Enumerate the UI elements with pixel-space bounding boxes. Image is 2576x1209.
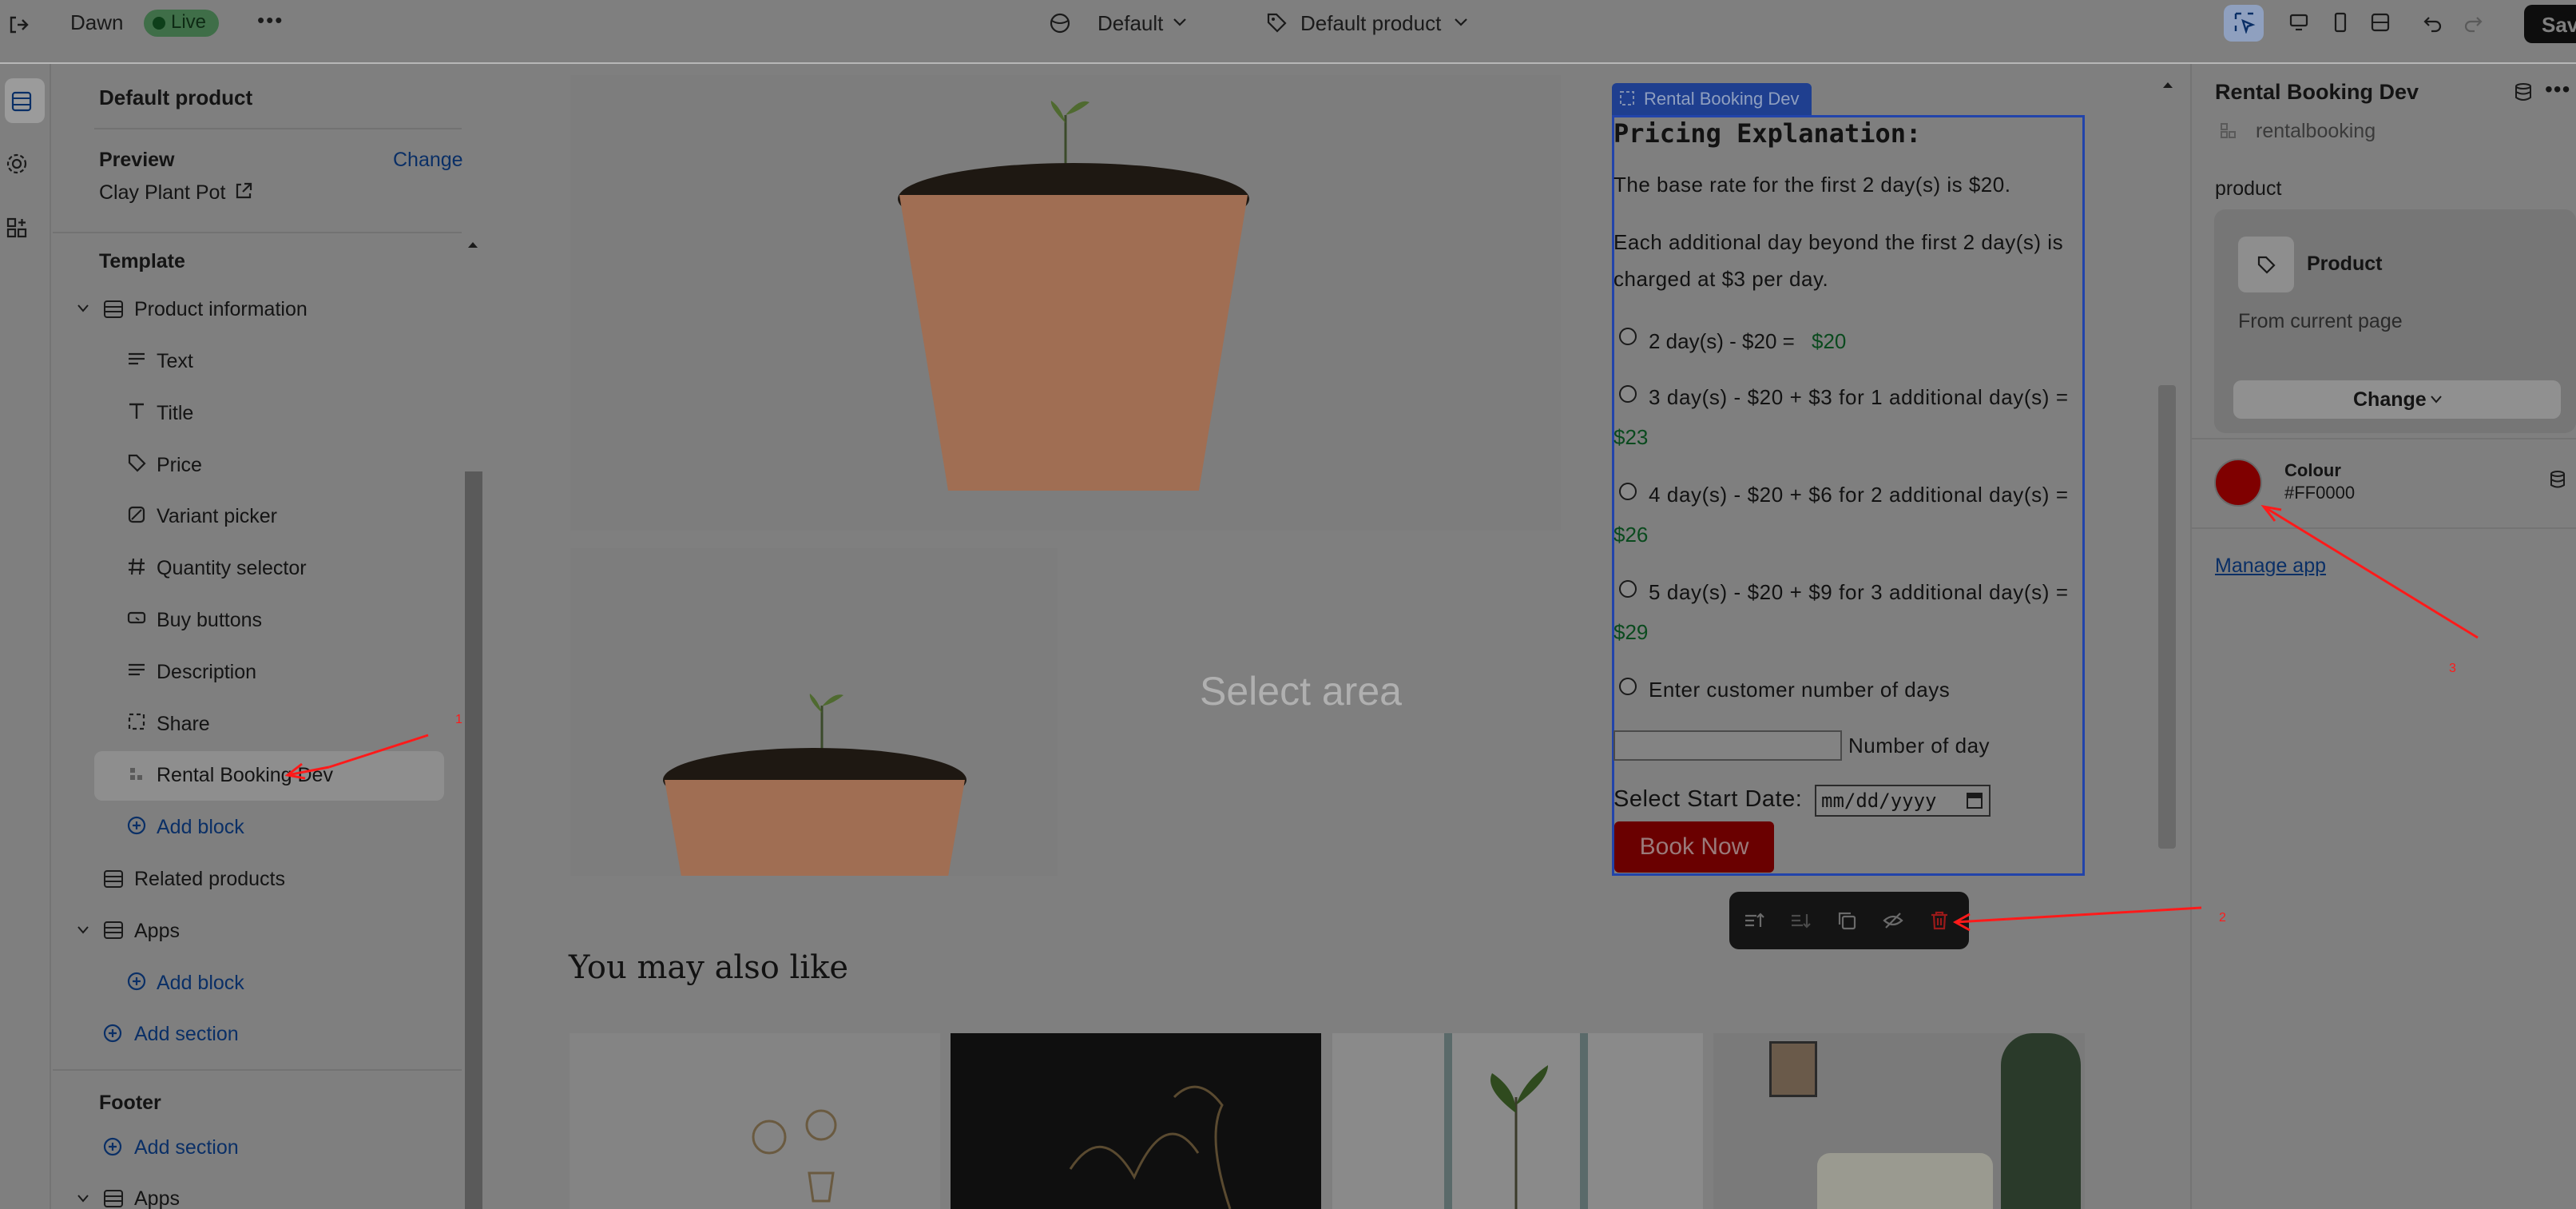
annotation-number: 1 bbox=[455, 713, 462, 726]
annotation-arrows bbox=[284, 504, 2479, 932]
annotation-number: 2 bbox=[2219, 911, 2226, 925]
annotation-number: 3 bbox=[2449, 662, 2456, 675]
